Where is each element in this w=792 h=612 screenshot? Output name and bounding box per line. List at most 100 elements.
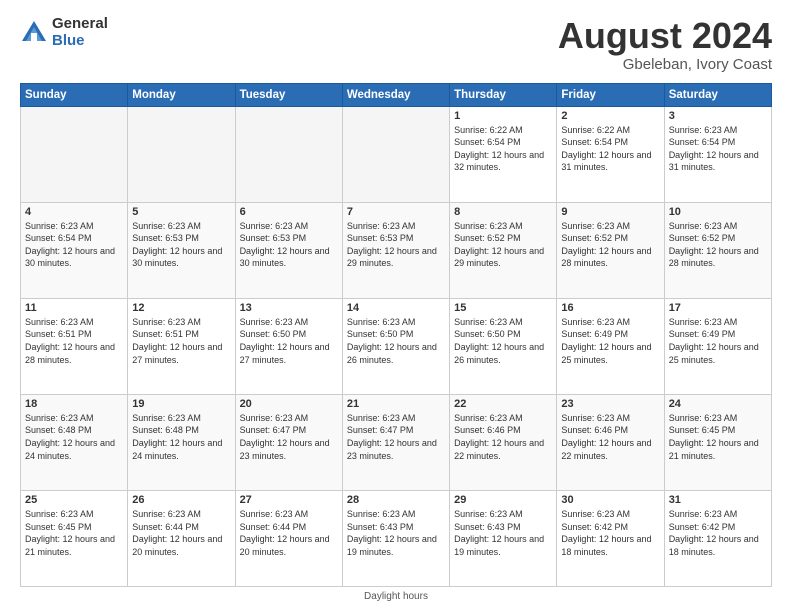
table-row: 13Sunrise: 6:23 AM Sunset: 6:50 PM Dayli…: [235, 298, 342, 394]
table-row: [21, 106, 128, 202]
table-row: 3Sunrise: 6:23 AM Sunset: 6:54 PM Daylig…: [664, 106, 771, 202]
col-wednesday: Wednesday: [342, 83, 449, 106]
col-sunday: Sunday: [21, 83, 128, 106]
day-info: Sunrise: 6:23 AM Sunset: 6:53 PM Dayligh…: [240, 220, 338, 270]
week-row-5: 25 Sunrise: 6:23 AM Sunset: 6:45 PM Dayli…: [21, 490, 772, 586]
day-number: 19: [132, 398, 230, 410]
day-number: 31: [669, 494, 767, 506]
table-row: 17 Sunrise: 6:23 AM Sunset: 6:49 PM Dayli…: [664, 298, 771, 394]
title-month: August 2024: [558, 16, 772, 56]
week-row-2: 4 Sunrise: 6:23 AM Sunset: 6:54 PM Daylig…: [21, 202, 772, 298]
day-number: 18: [25, 398, 123, 410]
day-info: Sunrise: 6:23 AM Sunset: 6:52 PM Dayligh…: [454, 220, 552, 270]
day-info: Sunrise: 6:23 AM Sunset: 6:52 PM Dayligh…: [561, 220, 659, 270]
table-row: 30 Sunrise: 6:23 AM Sunset: 6:42 PM Dayli…: [557, 490, 664, 586]
day-number: 25: [25, 494, 123, 506]
calendar-table: Sunday Monday Tuesday Wednesday Thursday…: [20, 83, 772, 587]
day-info: Sunrise: 6:23 AM Sunset: 6:48 PM Dayligh…: [25, 412, 123, 462]
day-number: 12: [132, 302, 230, 314]
table-row: 8Sunrise: 6:23 AM Sunset: 6:52 PM Daylig…: [450, 202, 557, 298]
table-row: 7Sunrise: 6:23 AM Sunset: 6:53 PM Daylig…: [342, 202, 449, 298]
col-friday: Friday: [557, 83, 664, 106]
day-info: Sunrise: 6:23 AM Sunset: 6:50 PM Dayligh…: [347, 316, 445, 366]
day-info: Sunrise: 6:23 AM Sunset: 6:42 PM Dayligh…: [561, 508, 659, 558]
week-row-3: 11 Sunrise: 6:23 AM Sunset: 6:51 PM Dayli…: [21, 298, 772, 394]
day-info: Sunrise: 6:23 AM Sunset: 6:49 PM Dayligh…: [669, 316, 767, 366]
table-row: 4 Sunrise: 6:23 AM Sunset: 6:54 PM Daylig…: [21, 202, 128, 298]
table-row: 29 Sunrise: 6:23 AM Sunset: 6:43 PM Dayli…: [450, 490, 557, 586]
day-info: Sunrise: 6:23 AM Sunset: 6:43 PM Dayligh…: [454, 508, 552, 558]
day-info: Sunrise: 6:23 AM Sunset: 6:45 PM Dayligh…: [669, 412, 767, 462]
col-thursday: Thursday: [450, 83, 557, 106]
day-number: 1: [454, 110, 552, 122]
footer-note: Daylight hours: [20, 591, 772, 602]
table-row: 14Sunrise: 6:23 AM Sunset: 6:50 PM Dayli…: [342, 298, 449, 394]
day-info: Sunrise: 6:22 AM Sunset: 6:54 PM Dayligh…: [454, 124, 552, 174]
day-info: Sunrise: 6:23 AM Sunset: 6:42 PM Dayligh…: [669, 508, 767, 558]
table-row: 15Sunrise: 6:23 AM Sunset: 6:50 PM Dayli…: [450, 298, 557, 394]
day-number: 29: [454, 494, 552, 506]
day-number: 17: [669, 302, 767, 314]
day-info: Sunrise: 6:23 AM Sunset: 6:53 PM Dayligh…: [347, 220, 445, 270]
day-number: 28: [347, 494, 445, 506]
table-row: 24 Sunrise: 6:23 AM Sunset: 6:45 PM Dayli…: [664, 394, 771, 490]
day-info: Sunrise: 6:23 AM Sunset: 6:50 PM Dayligh…: [454, 316, 552, 366]
week-row-4: 18 Sunrise: 6:23 AM Sunset: 6:48 PM Dayli…: [21, 394, 772, 490]
logo-icon: [20, 19, 48, 47]
day-number: 20: [240, 398, 338, 410]
day-info: Sunrise: 6:23 AM Sunset: 6:43 PM Dayligh…: [347, 508, 445, 558]
day-info: Sunrise: 6:23 AM Sunset: 6:45 PM Dayligh…: [25, 508, 123, 558]
day-number: 4: [25, 206, 123, 218]
col-saturday: Saturday: [664, 83, 771, 106]
table-row: [342, 106, 449, 202]
logo-blue-text: Blue: [52, 33, 108, 50]
table-row: 21 Sunrise: 6:23 AM Sunset: 6:47 PM Dayli…: [342, 394, 449, 490]
table-row: 6Sunrise: 6:23 AM Sunset: 6:53 PM Daylig…: [235, 202, 342, 298]
day-info: Sunrise: 6:23 AM Sunset: 6:47 PM Dayligh…: [240, 412, 338, 462]
day-info: Sunrise: 6:23 AM Sunset: 6:52 PM Dayligh…: [669, 220, 767, 270]
day-info: Sunrise: 6:23 AM Sunset: 6:46 PM Dayligh…: [454, 412, 552, 462]
table-row: 5 Sunrise: 6:23 AM Sunset: 6:53 PM Daylig…: [128, 202, 235, 298]
table-row: 27 Sunrise: 6:23 AM Sunset: 6:44 PM Dayli…: [235, 490, 342, 586]
table-row: 1 Sunrise: 6:22 AM Sunset: 6:54 PM Daylig…: [450, 106, 557, 202]
table-row: 20 Sunrise: 6:23 AM Sunset: 6:47 PM Dayli…: [235, 394, 342, 490]
day-info: Sunrise: 6:23 AM Sunset: 6:44 PM Dayligh…: [240, 508, 338, 558]
table-row: 19 Sunrise: 6:23 AM Sunset: 6:48 PM Dayli…: [128, 394, 235, 490]
table-row: 22 Sunrise: 6:23 AM Sunset: 6:46 PM Dayli…: [450, 394, 557, 490]
logo-text: General Blue: [52, 16, 108, 49]
page: General Blue August 2024 Gbeleban, Ivory…: [0, 0, 792, 612]
table-row: 26 Sunrise: 6:23 AM Sunset: 6:44 PM Dayli…: [128, 490, 235, 586]
day-info: Sunrise: 6:23 AM Sunset: 6:53 PM Dayligh…: [132, 220, 230, 270]
day-number: 22: [454, 398, 552, 410]
day-info: Sunrise: 6:23 AM Sunset: 6:51 PM Dayligh…: [25, 316, 123, 366]
day-info: Sunrise: 6:22 AM Sunset: 6:54 PM Dayligh…: [561, 124, 659, 174]
day-info: Sunrise: 6:23 AM Sunset: 6:48 PM Dayligh…: [132, 412, 230, 462]
day-number: 27: [240, 494, 338, 506]
table-row: 9 Sunrise: 6:23 AM Sunset: 6:52 PM Daylig…: [557, 202, 664, 298]
table-row: 12 Sunrise: 6:23 AM Sunset: 6:51 PM Dayli…: [128, 298, 235, 394]
table-row: 28 Sunrise: 6:23 AM Sunset: 6:43 PM Dayli…: [342, 490, 449, 586]
day-number: 13: [240, 302, 338, 314]
day-number: 5: [132, 206, 230, 218]
table-row: 23 Sunrise: 6:23 AM Sunset: 6:46 PM Dayli…: [557, 394, 664, 490]
week-row-1: 1 Sunrise: 6:22 AM Sunset: 6:54 PM Daylig…: [21, 106, 772, 202]
day-info: Sunrise: 6:23 AM Sunset: 6:54 PM Dayligh…: [25, 220, 123, 270]
day-number: 21: [347, 398, 445, 410]
header: General Blue August 2024 Gbeleban, Ivory…: [20, 16, 772, 73]
day-info: Sunrise: 6:23 AM Sunset: 6:46 PM Dayligh…: [561, 412, 659, 462]
day-number: 23: [561, 398, 659, 410]
day-info: Sunrise: 6:23 AM Sunset: 6:44 PM Dayligh…: [132, 508, 230, 558]
day-number: 24: [669, 398, 767, 410]
day-number: 9: [561, 206, 659, 218]
logo: General Blue: [20, 16, 108, 49]
day-number: 11: [25, 302, 123, 314]
day-number: 26: [132, 494, 230, 506]
table-row: 16Sunrise: 6:23 AM Sunset: 6:49 PM Dayli…: [557, 298, 664, 394]
day-info: Sunrise: 6:23 AM Sunset: 6:51 PM Dayligh…: [132, 316, 230, 366]
table-row: 11 Sunrise: 6:23 AM Sunset: 6:51 PM Dayli…: [21, 298, 128, 394]
day-number: 3: [669, 110, 767, 122]
col-tuesday: Tuesday: [235, 83, 342, 106]
day-info: Sunrise: 6:23 AM Sunset: 6:47 PM Dayligh…: [347, 412, 445, 462]
day-number: 10: [669, 206, 767, 218]
day-number: 30: [561, 494, 659, 506]
